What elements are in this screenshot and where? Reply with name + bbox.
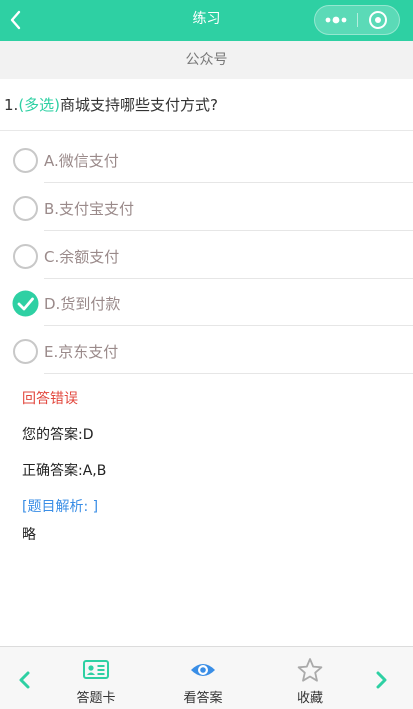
your-answer-value: D <box>82 427 94 443</box>
question-text: 1.(多选)商城支持哪些支付方式? <box>4 94 218 115</box>
divider <box>0 130 413 131</box>
option-label: E.京东支付 <box>44 343 119 361</box>
question-number: 1. <box>4 96 19 114</box>
your-answer-label: 您的答案: <box>22 427 83 443</box>
option-label: C.余额支付 <box>44 248 120 266</box>
radio-unchecked-icon <box>13 148 38 173</box>
correct-answer-row: 正确答案:A,B <box>22 460 106 480</box>
option-label: A.微信支付 <box>44 152 119 170</box>
question-body: 商城支持哪些支付方式? <box>60 96 218 114</box>
answer-card-button[interactable]: 答题卡 <box>56 647 136 709</box>
check-circle-icon <box>12 290 39 317</box>
radio-unchecked-icon <box>13 196 38 221</box>
result-status: 回答错误 <box>22 391 78 407</box>
correct-answer-label: 正确答案: <box>22 463 83 479</box>
more-button[interactable] <box>315 6 357 34</box>
favorite-label: 收藏 <box>296 691 323 706</box>
analysis-title: [题目解析: ] <box>22 499 99 515</box>
view-answer-button[interactable]: 看答案 <box>163 647 243 709</box>
option-b[interactable]: B.支付宝支付 <box>0 185 413 233</box>
mini-program-capsule <box>314 5 400 35</box>
option-divider <box>44 182 413 183</box>
radio-unchecked-icon <box>13 339 38 364</box>
option-divider <box>44 278 413 279</box>
subtitle-bar: 公众号 <box>0 41 413 79</box>
close-button[interactable] <box>358 6 400 34</box>
id-card-icon <box>83 660 109 679</box>
option-a[interactable]: A.微信支付 <box>0 137 413 185</box>
option-divider <box>44 230 413 231</box>
analysis-text: 略 <box>22 527 36 543</box>
chevron-right-icon <box>376 671 387 689</box>
option-e[interactable]: E.京东支付 <box>0 328 413 376</box>
answer-card-label: 答题卡 <box>76 691 116 706</box>
bottom-toolbar: 答题卡 看答案 收藏 <box>0 646 413 709</box>
option-divider <box>44 325 413 326</box>
option-d[interactable]: D.货到付款 <box>0 280 413 328</box>
more-dots-icon <box>325 16 347 24</box>
question-type: (多选) <box>18 96 61 114</box>
view-answer-label: 看答案 <box>183 691 223 706</box>
chevron-left-icon <box>19 671 30 689</box>
option-label: D.货到付款 <box>44 295 121 313</box>
subtitle-text: 公众号 <box>185 52 228 68</box>
next-question-button[interactable] <box>370 667 392 693</box>
eye-icon <box>191 664 215 676</box>
practice-screen: 练习 公众号 1.(多选)商城支持哪些支付方式? A.微信支付 B.支付宝支付 … <box>0 0 413 709</box>
correct-answer-value: A,B <box>82 463 107 479</box>
target-close-icon <box>369 11 387 29</box>
radio-unchecked-icon <box>13 244 38 269</box>
option-c[interactable]: C.余额支付 <box>0 233 413 281</box>
your-answer-row: 您的答案:D <box>22 424 94 444</box>
star-outline-icon <box>297 658 323 682</box>
option-divider <box>44 373 413 374</box>
option-label: B.支付宝支付 <box>44 200 135 218</box>
previous-question-button[interactable] <box>14 667 36 693</box>
nav-bar: 练习 <box>0 0 413 41</box>
favorite-button[interactable]: 收藏 <box>270 647 350 709</box>
